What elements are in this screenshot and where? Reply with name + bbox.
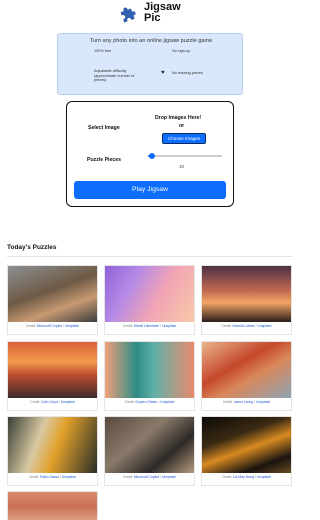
feature-free: 100% free (94, 49, 112, 53)
credit-separator: / (58, 400, 60, 404)
photo-credit: Credit: Kseniia Lolbas / Unsplash (202, 322, 291, 328)
credit-author-link[interactable]: Fabio Sasso (40, 475, 59, 479)
puzzle-thumbnail[interactable] (202, 266, 291, 322)
photo-credit: Credit: Colin Lloyd / Unsplash (8, 398, 97, 404)
puzzle-card[interactable]: Credit: Jason Leung / Unsplash (201, 341, 292, 411)
credit-source-link[interactable]: Unsplash (257, 475, 271, 479)
credit-author-link[interactable]: Colin Lloyd (41, 400, 58, 404)
drop-zone-or: or (179, 123, 185, 129)
credit-prefix: Credit: (221, 324, 232, 328)
credit-prefix: Credit: (30, 400, 41, 404)
credit-separator: / (59, 475, 61, 479)
puzzle-thumbnail[interactable] (8, 417, 97, 473)
puzzle-card[interactable]: Credit: Mohdi Lilienheim / Unsplash (104, 265, 195, 335)
credit-separator: / (254, 475, 256, 479)
puzzle-thumbnail[interactable] (8, 266, 97, 322)
puzzle-thumbnail[interactable] (105, 266, 194, 322)
brand-line-2: Pic (144, 12, 161, 24)
todays-puzzles-heading: Today's Puzzles (7, 244, 57, 251)
pieces-slider-thumb[interactable] (148, 153, 155, 159)
credit-separator: / (160, 475, 161, 479)
credit-prefix: Credit: (222, 400, 233, 404)
drop-zone-title[interactable]: Drop Images Here! (155, 115, 201, 121)
puzzle-card[interactable]: Credit: Fabio Sasso / Unsplash (7, 416, 98, 486)
credit-author-link[interactable]: Microsoft Copilot (37, 324, 62, 328)
credit-source-link[interactable]: Unsplash (160, 400, 174, 404)
credit-prefix: Credit: (122, 324, 133, 328)
credit-author-link[interactable]: Lai Man Nung (233, 475, 254, 479)
feature-adjustable-difficulty: Adjustable difficulty (approximate numbe… (94, 69, 135, 82)
credit-author-link[interactable]: Kseniia Lolbas (232, 324, 254, 328)
credit-source-link[interactable]: Unsplash (162, 475, 176, 479)
photo-credit: Credit: Lai Man Nung / Unsplash (202, 473, 291, 479)
photo-credit: Credit: Fabio Sasso / Unsplash (8, 473, 97, 479)
credit-source-link[interactable]: Unsplash (62, 475, 76, 479)
puzzle-thumbnail[interactable] (105, 417, 194, 473)
credit-prefix: Credit: (29, 475, 40, 479)
puzzle-thumbnail[interactable] (8, 492, 97, 520)
feature-no-signup: No sign-up (172, 49, 191, 53)
credit-source-link[interactable]: Unsplash (256, 400, 270, 404)
feature-no-missing-pieces: No missing pieces (172, 71, 203, 75)
puzzle-pieces-label: Puzzle Pieces (87, 157, 122, 163)
puzzle-logo-icon[interactable] (118, 3, 140, 25)
credit-separator: / (254, 400, 256, 404)
puzzle-setup-form: Select Image Drop Images Here! or Choose… (66, 101, 234, 207)
credit-source-link[interactable]: Unsplash (162, 324, 176, 328)
credit-source-link[interactable]: Unsplash (61, 400, 75, 404)
credit-separator: / (160, 324, 162, 328)
site-header: Jigsaw Pic (0, 0, 300, 30)
site-logo-text[interactable]: Jigsaw Pic (144, 2, 181, 24)
credit-author-link[interactable]: Mohdi Lilienheim (134, 324, 159, 328)
puzzle-thumbnail[interactable] (202, 417, 291, 473)
credit-author-link[interactable]: Jason Leung (234, 400, 253, 404)
puzzle-thumbnail[interactable] (8, 342, 97, 398)
puzzle-card[interactable]: Credit: Lai Man Nung / Unsplash (201, 416, 292, 486)
credit-author-link[interactable]: Microsoft Copilot (134, 475, 159, 479)
play-jigsaw-button[interactable]: Play Jigsaw (74, 181, 226, 199)
puzzle-thumbnail[interactable] (105, 342, 194, 398)
credit-prefix: Credit: (122, 475, 133, 479)
credit-source-link[interactable]: Unsplash (257, 324, 271, 328)
pieces-slider[interactable] (148, 153, 222, 159)
pieces-value: 10 (179, 164, 185, 169)
photo-credit: Credit: Jason Leung / Unsplash (202, 398, 291, 404)
choose-images-button[interactable]: Choose Images (162, 133, 206, 144)
credit-prefix: Credit: (25, 324, 36, 328)
puzzle-card[interactable]: Credit: Kseniia Lolbas / Unsplash (201, 265, 292, 335)
feature-banner: Turn any photo into an online jigsaw puz… (57, 33, 243, 95)
credit-separator: / (63, 324, 64, 328)
puzzle-card[interactable]: Credit: Microsoft Copilot / Unsplash (104, 416, 195, 486)
puzzle-card[interactable]: Credit: Microsoft Copilot / Unsplash (7, 265, 98, 335)
puzzle-card[interactable]: Credit: Colin Lloyd / Unsplash (7, 341, 98, 411)
puzzle-thumbnail[interactable] (202, 342, 291, 398)
puzzle-card[interactable]: Credit: Dmytro Glazer / Unsplash (104, 341, 195, 411)
puzzle-card[interactable] (7, 491, 98, 520)
photo-credit: Credit: Dmytro Glazer / Unsplash (105, 398, 194, 404)
credit-prefix: Credit: (124, 400, 135, 404)
credit-prefix: Credit: (221, 475, 232, 479)
credit-author-link[interactable]: Dmytro Glazer (136, 400, 158, 404)
section-divider (7, 256, 293, 257)
photo-credit: Credit: Microsoft Copilot / Unsplash (8, 322, 97, 328)
photo-credit: Credit: Mohdi Lilienheim / Unsplash (105, 322, 194, 328)
banner-title: Turn any photo into an online jigsaw puz… (89, 38, 213, 44)
heart-icon: ♥ (161, 70, 165, 76)
credit-source-link[interactable]: Unsplash (65, 324, 79, 328)
photo-credit: Credit: Microsoft Copilot / Unsplash (105, 473, 194, 479)
select-image-label: Select Image (88, 125, 120, 131)
